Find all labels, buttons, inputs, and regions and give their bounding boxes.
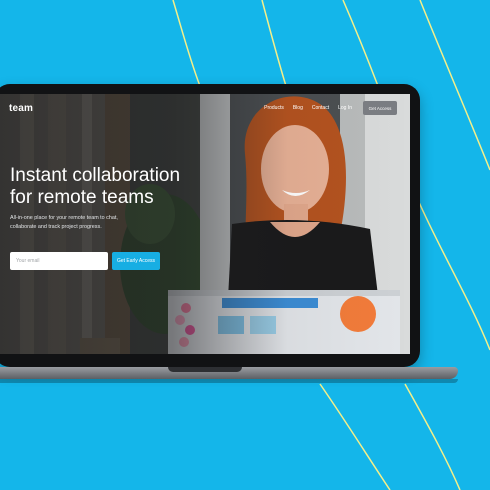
site-navbar: team Products Blog Contact Log In Get Ac… — [0, 94, 410, 122]
get-early-access-button[interactable]: Get Early Access — [112, 252, 160, 270]
nav-link-contact[interactable]: Contact — [312, 105, 329, 111]
get-access-button[interactable]: Get Access — [363, 101, 397, 115]
laptop-base-shadow — [0, 379, 458, 383]
nav-link-login[interactable]: Log In — [338, 105, 352, 111]
nav-link-products[interactable]: Products — [264, 105, 284, 111]
email-input[interactable] — [10, 252, 108, 270]
hero-subtitle: All-in-one place for your remote team to… — [10, 214, 160, 231]
hero-subtitle-line-2: collaborate and track project progress. — [10, 223, 102, 230]
hero-title-line-2: for remote teams — [10, 187, 154, 208]
hero-title: Instant collaboration for remote teams — [10, 165, 200, 209]
hero-subtitle-line-1: All-in-one place for your remote team to… — [10, 215, 118, 221]
laptop-screen: team Products Blog Contact Log In Get Ac… — [0, 94, 410, 354]
nav-link-blog[interactable]: Blog — [293, 105, 303, 111]
brand-logo[interactable]: team — [9, 103, 33, 114]
hero-title-line-1: Instant collaboration — [10, 165, 181, 186]
laptop-hinge — [168, 367, 242, 372]
nav-links: Products Blog Contact Log In — [264, 105, 352, 111]
